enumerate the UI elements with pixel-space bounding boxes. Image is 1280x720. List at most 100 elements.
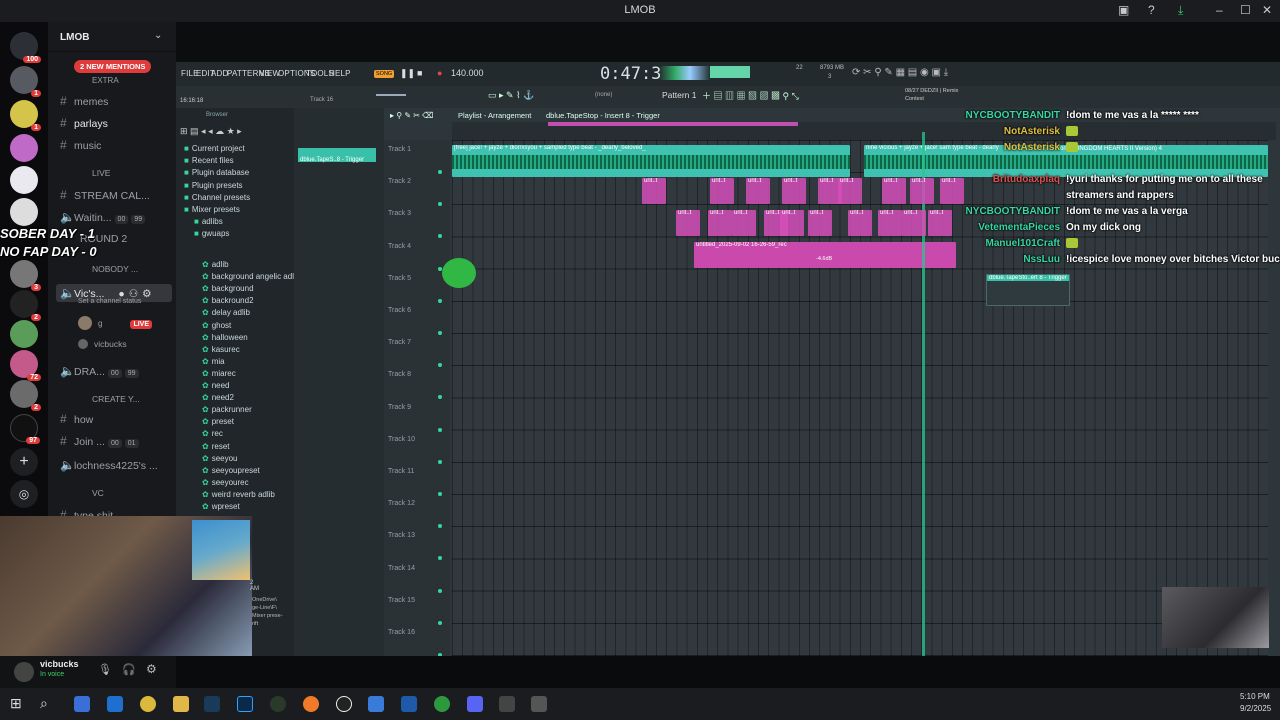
voice-channel-waiting[interactable]: 🔈Waitin... 00 99	[60, 210, 146, 224]
preset-item[interactable]: ✿ seeyoupreset	[202, 466, 260, 475]
preset-item[interactable]: ✿ rec	[202, 429, 223, 438]
gear-icon[interactable]: ⚙	[142, 288, 151, 300]
chat-username[interactable]: NotAsterisk	[940, 126, 1060, 137]
track-mute-led[interactable]	[438, 298, 442, 303]
audio-clip[interactable]: unt..t	[746, 178, 770, 204]
download-icon[interactable]: ⤓	[1178, 3, 1183, 18]
username[interactable]: vicbucks	[40, 659, 79, 669]
track-label[interactable]: Track 15	[388, 597, 415, 604]
server-header[interactable]: LMOB ⌄	[48, 22, 176, 52]
channel-memes[interactable]: # memes	[60, 94, 108, 108]
copilot-icon[interactable]	[74, 696, 90, 712]
track-mute-led[interactable]	[438, 556, 442, 561]
gear-icon[interactable]: ⚙	[146, 662, 157, 676]
audio-clip[interactable]: unt..t	[808, 210, 832, 236]
chat-username[interactable]: NssLuu	[940, 254, 1060, 265]
playlist-tools[interactable]: ▸ ⚲ ✎ ✂ ⌫	[390, 111, 433, 120]
menu-help[interactable]: HELP	[329, 69, 351, 78]
audio-clip[interactable]: unt..t	[780, 210, 804, 236]
pattern-tools[interactable]: ▭ ▸ ✎ ⌇ ⚓	[488, 90, 534, 101]
vegas-icon[interactable]	[401, 696, 417, 712]
server-icon[interactable]: 97	[10, 414, 40, 444]
preset-item[interactable]: ✿ mia	[202, 357, 225, 366]
search-icon[interactable]: ⌕	[40, 695, 48, 712]
server-icon[interactable]: 3	[10, 260, 41, 291]
voice-channel-lochness[interactable]: 🔈lochness4225's ...	[60, 458, 158, 472]
automation-clip[interactable]: dblue.TapeSto..ert 8 - Trigger	[986, 274, 1070, 306]
voice-channel-dra[interactable]: 🔈DRA... 00 99	[60, 364, 139, 378]
track-label[interactable]: Track 6	[388, 307, 411, 314]
explore-icon[interactable]: ◎	[10, 480, 38, 508]
fl-studio-icon[interactable]	[303, 696, 319, 712]
outlook-icon[interactable]	[107, 696, 123, 712]
preset-item[interactable]: ✿ weird reverb adlib	[202, 490, 275, 499]
browser-folder[interactable]: ■ Plugin presets	[184, 181, 243, 190]
track-label[interactable]: Track 9	[388, 404, 411, 411]
track-mute-led[interactable]	[438, 524, 442, 529]
window-buttons[interactable]: ＋ ▤ ▥ ▦ ▧ ▨ ▩ ⚲ ⤡	[702, 89, 799, 102]
track-mute-led[interactable]	[438, 427, 442, 432]
server-icon[interactable]	[10, 320, 38, 348]
preset-item[interactable]: ✿ background	[202, 284, 254, 293]
track-mute-led[interactable]	[438, 234, 442, 239]
channel-music[interactable]: # music	[60, 138, 101, 152]
track-label[interactable]: Track 5	[388, 275, 411, 282]
minimize-button[interactable]: –	[1216, 3, 1223, 17]
audio-clip[interactable]: unt..t	[878, 210, 902, 236]
track-mute-led[interactable]	[438, 588, 442, 593]
track-mute-led[interactable]	[438, 395, 442, 400]
browser-folder[interactable]: ■ adlibs	[194, 217, 223, 226]
channel-join[interactable]: # Join ... 00 01	[60, 434, 139, 448]
clock-date[interactable]: 9/2/2025	[1240, 704, 1271, 713]
track-label[interactable]: Track 10	[388, 436, 415, 443]
preset-item[interactable]: ✿ background angelic adlib	[202, 272, 300, 281]
song-mode-badge[interactable]: SONG	[374, 70, 395, 78]
timeline-selection[interactable]	[548, 122, 798, 126]
start-icon[interactable]: ⊞	[10, 695, 22, 712]
audio-clip[interactable]: unt..t	[902, 210, 926, 236]
news-ticker-2[interactable]: Contest	[905, 96, 924, 102]
browser-folder[interactable]: ■ Current project	[184, 144, 245, 153]
close-button[interactable]: ✕	[1262, 3, 1272, 17]
server-icon[interactable]: 1	[10, 66, 41, 97]
chat-username[interactable]: Britudoaxplaq	[940, 174, 1060, 185]
server-icon[interactable]	[10, 166, 38, 194]
track-mute-led[interactable]	[438, 459, 442, 464]
preset-item[interactable]: ✿ kasurec	[202, 345, 240, 354]
discord-icon[interactable]	[467, 696, 483, 712]
audio-clip[interactable]: unt..t	[710, 178, 734, 204]
capcut-icon[interactable]	[499, 696, 515, 712]
server-icon[interactable]: 2	[10, 290, 41, 321]
chat-username[interactable]: NotAsterisk	[940, 142, 1060, 153]
preset-item[interactable]: ✿ halloween	[202, 333, 248, 342]
geforce-icon[interactable]	[270, 696, 286, 712]
audio-clip[interactable]: unt..t	[642, 178, 666, 204]
track-mute-led[interactable]	[438, 170, 442, 174]
track-mute-led[interactable]	[438, 492, 442, 496]
audio-clip-rec[interactable]: untitled_2025-09-02 16-26-59_rec -4.6dB	[694, 242, 956, 268]
channel-clip[interactable]: dblue.TapeS..8 - Trigger	[298, 148, 376, 163]
voice-member[interactable]: g LIVE	[78, 316, 153, 330]
preset-item[interactable]: ✿ miarec	[202, 369, 236, 378]
snap-selector[interactable]: (none)	[595, 92, 612, 98]
track-mute-led[interactable]	[438, 363, 442, 368]
preset-item[interactable]: ✿ backround2	[202, 296, 254, 305]
maximize-button[interactable]: ☐	[1240, 3, 1251, 17]
category-extra[interactable]: EXTRA	[92, 76, 119, 85]
track-mute-led[interactable]	[438, 620, 442, 625]
browser-toolbar[interactable]: ⊞ ▤ ◂ ◂ ☁ ★ ▸	[180, 126, 242, 137]
avatar[interactable]	[14, 662, 34, 682]
track-label[interactable]: Track 4	[388, 243, 411, 250]
server-icon[interactable]: 2	[10, 380, 41, 411]
track-label[interactable]: Track 8	[388, 371, 411, 378]
browser-folder[interactable]: ■ Channel presets	[184, 193, 250, 202]
obs-icon[interactable]	[336, 696, 352, 712]
audio-clip[interactable]: unt..t	[676, 210, 700, 236]
category-nobody[interactable]: NOBODY ...	[92, 264, 138, 274]
server-icon[interactable]: 100	[10, 32, 41, 63]
photoshop-icon[interactable]	[237, 696, 253, 712]
browser-folder[interactable]: ■ Mixer presets	[184, 205, 240, 214]
chat-username[interactable]: Manuel101Craft	[940, 238, 1060, 249]
chat-username[interactable]: NYCBOOTYBANDIT	[940, 110, 1060, 121]
audio-clip[interactable]: unt..t	[910, 178, 934, 204]
